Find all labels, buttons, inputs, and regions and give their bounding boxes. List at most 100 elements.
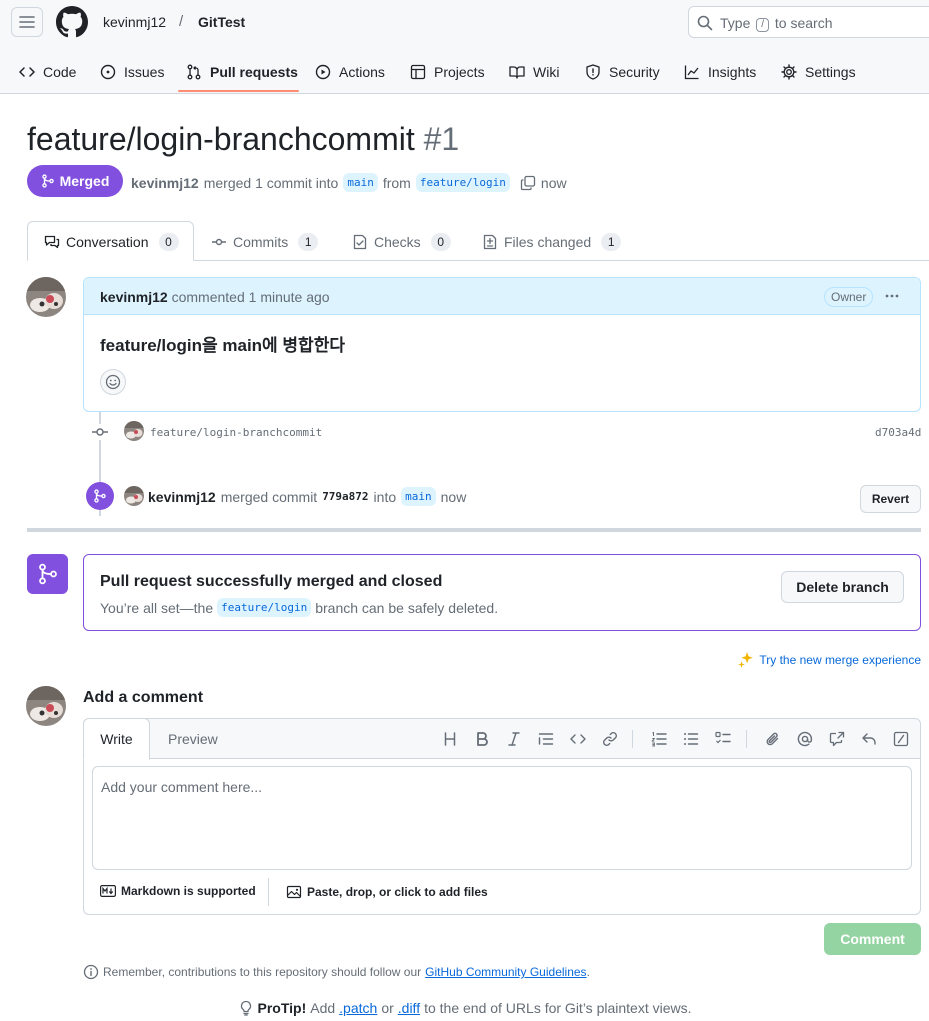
- tab-files-changed[interactable]: Files changed 1: [482, 233, 622, 251]
- tasklist-icon[interactable]: [715, 731, 731, 747]
- pr-author-link[interactable]: kevinmj12: [131, 175, 199, 191]
- tab-pull-requests[interactable]: Pull requests: [186, 52, 298, 92]
- list-unordered-icon[interactable]: [683, 731, 699, 747]
- git-merge-icon: [94, 489, 106, 503]
- merged-status-box: Pull request successfully merged and clo…: [83, 554, 921, 631]
- revert-button[interactable]: Revert: [860, 485, 921, 513]
- avatar[interactable]: [124, 421, 144, 441]
- repo-owner-link[interactable]: kevinmj12: [103, 14, 166, 30]
- community-guidelines-link[interactable]: GitHub Community Guidelines: [425, 965, 586, 979]
- image-icon: [286, 885, 302, 899]
- commit-message-link[interactable]: feature/login-branchcommit: [150, 426, 322, 439]
- tab-preview[interactable]: Preview: [168, 731, 218, 747]
- path-separator: /: [179, 13, 184, 30]
- slash-command-icon[interactable]: [893, 731, 909, 747]
- app-header: kevinmj12 / GitTest Type / to search Cod…: [0, 0, 929, 94]
- graph-icon: [684, 65, 699, 80]
- tab-counter: 1: [298, 233, 319, 251]
- commit-icon: [91, 424, 109, 440]
- tab-security[interactable]: Security: [585, 52, 660, 92]
- delete-branch-button[interactable]: Delete branch: [781, 571, 904, 603]
- avatar[interactable]: [26, 277, 66, 317]
- merge-event-text: kevinmj12 merged commit 779a872 into mai…: [148, 487, 467, 506]
- quote-icon[interactable]: [538, 731, 554, 747]
- mention-icon[interactable]: [797, 731, 813, 747]
- tab-actions[interactable]: Actions: [315, 52, 385, 92]
- kebab-horizontal-icon[interactable]: [884, 288, 900, 304]
- list-ordered-icon[interactable]: [651, 731, 667, 747]
- attach-files-note[interactable]: Paste, drop, or click to add files: [286, 884, 488, 900]
- markdown-note[interactable]: Markdown is supported: [100, 884, 256, 898]
- toolbar-divider: [746, 730, 747, 748]
- editor-toolbar: Write Preview: [83, 718, 920, 760]
- file-diff-icon: [483, 234, 497, 250]
- base-branch-badge[interactable]: main: [343, 173, 378, 192]
- head-branch-badge[interactable]: feature/login: [415, 173, 510, 192]
- active-tab-indicator: [178, 90, 299, 92]
- merge-sha-link[interactable]: 779a872: [322, 490, 368, 503]
- code-icon[interactable]: [570, 731, 586, 747]
- owner-badge: Owner: [824, 287, 874, 307]
- page-title: feature/login-branchcommit #1: [27, 121, 459, 158]
- table-icon: [410, 64, 426, 80]
- checklist-icon: [353, 234, 367, 250]
- tab-write[interactable]: Write: [83, 718, 150, 760]
- repo-nav: Code Issues Pull requests Actions Projec…: [0, 52, 929, 94]
- comment-submit-button[interactable]: Comment: [824, 923, 921, 955]
- tab-counter: 0: [430, 233, 451, 251]
- try-new-merge-link[interactable]: Try the new merge experience: [737, 651, 921, 669]
- merged-status-icon: [27, 554, 68, 594]
- comment-discussion-icon: [44, 235, 60, 249]
- merge-author-link[interactable]: kevinmj12: [148, 489, 216, 505]
- tab-commits[interactable]: Commits 1: [211, 233, 319, 251]
- menu-button[interactable]: [11, 7, 43, 37]
- heading-icon[interactable]: [442, 731, 458, 747]
- italic-icon[interactable]: [506, 731, 522, 747]
- comment-textarea[interactable]: [92, 766, 912, 870]
- tab-conversation[interactable]: Conversation 0: [44, 233, 179, 251]
- comment-editor: Write Preview Markdown is supported Past…: [83, 718, 921, 915]
- commit-icon: [212, 238, 226, 246]
- pr-number: #1: [423, 121, 460, 157]
- add-reaction-button[interactable]: [100, 369, 126, 395]
- sparkle-icon: [738, 652, 754, 668]
- tab-insights[interactable]: Insights: [684, 52, 756, 92]
- commit-sha-link[interactable]: d703a4d: [875, 426, 921, 439]
- tab-projects[interactable]: Projects: [410, 52, 485, 92]
- cross-reference-icon[interactable]: [829, 731, 845, 747]
- deletable-branch-badge[interactable]: feature/login: [217, 598, 312, 617]
- tab-checks[interactable]: Checks 0: [352, 233, 451, 251]
- markdown-icon: [100, 885, 116, 897]
- repo-name-link[interactable]: GitTest: [198, 14, 245, 30]
- pull-request-icon: [187, 64, 201, 80]
- comment-body: feature/login을 main에 병합한다: [100, 336, 345, 355]
- tab-wiki[interactable]: Wiki: [509, 52, 559, 92]
- play-icon: [315, 64, 331, 80]
- avatar[interactable]: [124, 486, 144, 506]
- git-merge-icon: [38, 563, 57, 585]
- search-input[interactable]: Type / to search: [688, 6, 929, 38]
- pr-time: now: [540, 174, 567, 191]
- avatar[interactable]: [26, 686, 66, 726]
- tab-code[interactable]: Code: [19, 52, 76, 92]
- gear-icon: [781, 64, 797, 80]
- github-logo-icon[interactable]: [56, 6, 88, 38]
- tab-settings[interactable]: Settings: [781, 52, 856, 92]
- git-merge-icon: [41, 174, 54, 188]
- pr-title-text: feature/login-branchcommit: [27, 121, 415, 157]
- tab-counter: 1: [601, 233, 622, 251]
- protip-note: ProTip! Add .patch or .diff to the end o…: [0, 1000, 929, 1016]
- reply-icon[interactable]: [861, 731, 877, 747]
- timeline-divider: [27, 528, 921, 532]
- diff-link[interactable]: .diff: [398, 1000, 420, 1016]
- comment-author-link[interactable]: kevinmj12: [100, 289, 168, 305]
- hamburger-icon: [19, 16, 35, 28]
- tab-issues[interactable]: Issues: [100, 52, 164, 92]
- bold-icon[interactable]: [474, 731, 490, 747]
- link-icon[interactable]: [602, 731, 618, 747]
- light-bulb-icon: [240, 1000, 251, 1016]
- merge-branch-badge[interactable]: main: [401, 487, 436, 506]
- patch-link[interactable]: .patch: [339, 1000, 377, 1016]
- copy-icon[interactable]: [520, 175, 536, 191]
- paperclip-icon[interactable]: [765, 731, 781, 747]
